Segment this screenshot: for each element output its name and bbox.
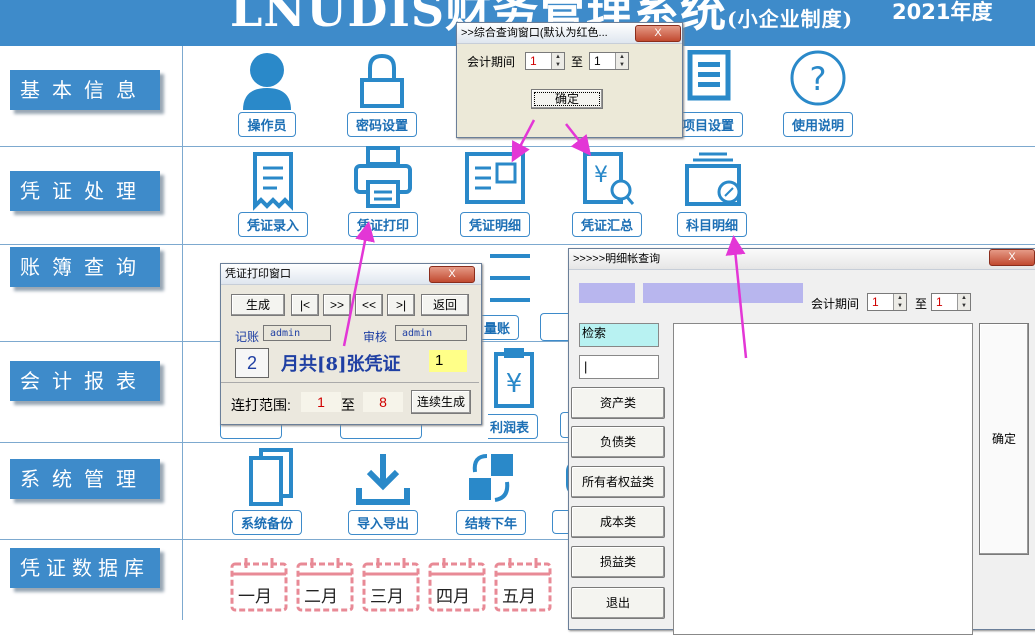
annotation-arrow	[725, 235, 748, 359]
annotation-arrow	[565, 123, 592, 156]
annotation-arrow	[511, 119, 536, 163]
annotation-arrows	[342, 119, 748, 359]
annotation-arrow	[342, 221, 375, 347]
